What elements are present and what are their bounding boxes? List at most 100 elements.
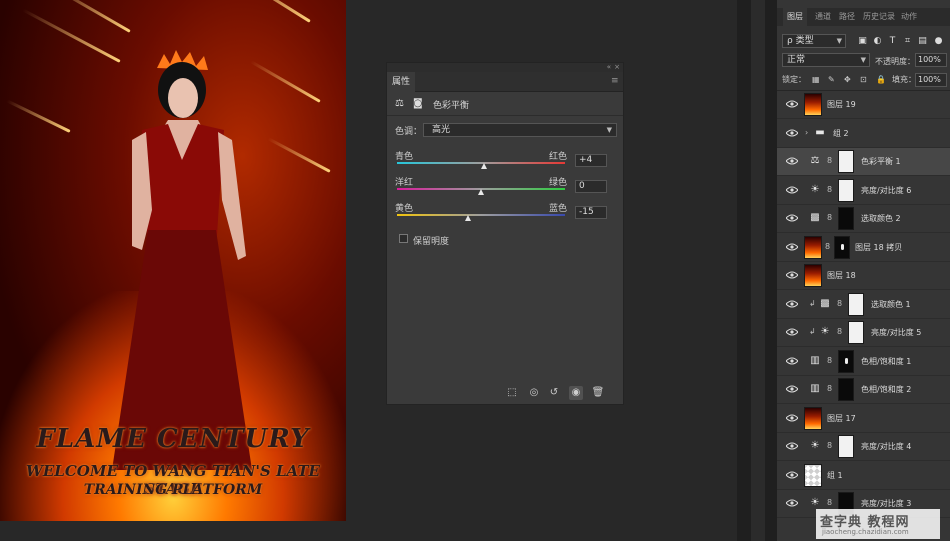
layer-row[interactable]: ⚖ 8 色彩平衡 1 (777, 148, 950, 176)
mask-icon[interactable]: ◙ (413, 98, 423, 109)
lock-image-icon[interactable]: ✎ (828, 73, 835, 87)
folder-icon: ▬ (815, 127, 825, 138)
eye-icon[interactable] (785, 271, 799, 279)
slider-value-input[interactable]: -15 (575, 206, 607, 219)
eye-icon[interactable] (785, 357, 799, 365)
close-icon[interactable]: × (614, 63, 620, 72)
link-icon[interactable]: 8 (825, 242, 830, 251)
link-icon[interactable]: 8 (837, 299, 842, 308)
properties-panel: « × 属性 ≡ ⚖ ◙ 色彩平衡 色调： 高光 ▼ 青色 红色 +4 洋红 绿… (386, 62, 624, 405)
tab-actions[interactable]: 动作 (901, 8, 917, 26)
filter-adjustment-icon[interactable]: ◐ (872, 35, 883, 47)
eye-icon[interactable] (785, 442, 799, 450)
visibility-eye-icon[interactable]: ◉ (569, 386, 583, 400)
link-icon[interactable]: 8 (827, 441, 832, 450)
canvas-artwork[interactable]: FLAME CENTURY WELCOME TO WANG TIAN'S LAT… (0, 0, 346, 521)
meteor-streak (267, 137, 331, 173)
collapse-icon[interactable]: « (607, 63, 611, 72)
layer-row[interactable]: ☀ 8 亮度/对比度 4 (777, 433, 950, 461)
tab-paths[interactable]: 路径 (839, 8, 855, 26)
layer-row[interactable]: ↲ ☀ 8 亮度/对比度 5 (777, 319, 950, 347)
lock-artboard-icon[interactable]: ⊡ (860, 73, 867, 87)
layer-row[interactable]: 图层 18 (777, 262, 950, 290)
hue-saturation-icon: ▥ (810, 355, 820, 366)
lock-all-icon[interactable]: 🔒 (876, 73, 886, 87)
filter-smart-object-icon[interactable]: ▤ (917, 35, 928, 47)
reset-icon[interactable]: ↺ (547, 386, 561, 400)
tab-layers[interactable]: 图层 (783, 8, 807, 26)
eye-icon[interactable] (785, 328, 799, 336)
slider-value-input[interactable]: 0 (575, 180, 607, 193)
layer-mask-thumbnail[interactable] (834, 236, 850, 259)
layer-mask-thumbnail[interactable] (838, 378, 854, 401)
layer-row[interactable]: 图层 17 (777, 405, 950, 433)
layer-mask-thumbnail[interactable] (848, 293, 864, 316)
layer-mask-thumbnail[interactable] (838, 350, 854, 373)
tab-properties[interactable]: 属性 (387, 72, 415, 92)
preserve-luminosity-checkbox[interactable] (399, 234, 408, 243)
filter-toggle-icon[interactable]: ● (933, 35, 944, 47)
slider-thumb[interactable] (464, 215, 471, 221)
lock-transparent-icon[interactable]: ▦ (812, 73, 820, 87)
link-icon[interactable]: 8 (827, 156, 832, 165)
link-icon[interactable]: 8 (827, 356, 832, 365)
layer-name: 亮度/对比度 6 (861, 186, 912, 195)
link-icon[interactable]: 8 (827, 498, 832, 507)
filter-type-icon[interactable]: T (887, 35, 898, 47)
eye-icon[interactable] (785, 499, 799, 507)
eye-icon[interactable] (785, 414, 799, 422)
filter-kind-value: ρ 类型 (787, 36, 814, 46)
lock-position-icon[interactable]: ✥ (844, 73, 851, 87)
layer-row[interactable]: ▥ 8 色相/饱和度 1 (777, 348, 950, 376)
slider-thumb[interactable] (478, 189, 484, 195)
link-icon[interactable]: 8 (827, 185, 832, 194)
eye-icon[interactable] (785, 100, 799, 108)
eye-icon[interactable] (785, 129, 799, 137)
layer-mask-thumbnail[interactable] (838, 207, 854, 230)
eye-icon[interactable] (785, 385, 799, 393)
link-icon[interactable]: 8 (827, 213, 832, 222)
layer-row[interactable]: ☀ 8 亮度/对比度 6 (777, 177, 950, 205)
slider-track[interactable] (397, 214, 565, 216)
layer-mask-thumbnail[interactable] (838, 435, 854, 458)
eye-icon[interactable] (785, 471, 799, 479)
filter-shape-icon[interactable]: ⌗ (902, 35, 913, 47)
layer-row[interactable]: 组 1 (777, 462, 950, 490)
chevron-down-icon: ▼ (606, 126, 612, 134)
slider-value-input[interactable]: +4 (575, 154, 607, 167)
eye-icon[interactable] (785, 243, 799, 251)
blend-mode-select[interactable]: 正常 ▼ (782, 53, 870, 67)
layer-row[interactable]: 8 图层 18 拷贝 (777, 234, 950, 262)
view-previous-icon[interactable]: ◎ (527, 386, 541, 400)
eye-icon[interactable] (785, 214, 799, 222)
properties-panel-topbar[interactable]: « × (387, 63, 623, 72)
layer-row[interactable]: 图层 19 (777, 91, 950, 119)
selective-color-icon: ▩ (810, 212, 820, 223)
layer-row[interactable]: › ▬ 组 2 (777, 120, 950, 148)
trash-icon[interactable]: 🗑 (591, 386, 605, 400)
link-icon[interactable]: 8 (827, 384, 832, 393)
filter-pixel-icon[interactable]: ▣ (857, 35, 868, 47)
slider-thumb[interactable] (481, 163, 488, 169)
layer-mask-thumbnail[interactable] (848, 321, 864, 344)
link-icon[interactable]: 8 (837, 327, 842, 336)
tone-select[interactable]: 高光 ▼ (423, 123, 617, 137)
tab-history[interactable]: 历史记录 (863, 8, 895, 26)
layer-row[interactable]: ↲ ▩ 8 选取颜色 1 (777, 291, 950, 319)
opacity-input[interactable]: 100% (915, 53, 947, 67)
eye-icon[interactable] (785, 186, 799, 194)
panel-menu-icon[interactable]: ≡ (611, 75, 619, 87)
chevron-right-icon[interactable]: › (805, 128, 808, 137)
layer-mask-thumbnail[interactable] (838, 150, 854, 173)
tab-channels[interactable]: 通道 (815, 8, 831, 26)
hue-saturation-icon: ▥ (810, 383, 820, 394)
layer-row[interactable]: ▥ 8 色相/饱和度 2 (777, 376, 950, 404)
layer-row[interactable]: ▩ 8 选取颜色 2 (777, 205, 950, 233)
eye-icon[interactable] (785, 300, 799, 308)
layer-filter-select[interactable]: ρ 类型 ▼ (782, 34, 846, 48)
layer-name: 图层 17 (827, 414, 856, 423)
fill-input[interactable]: 100% (915, 73, 947, 87)
eye-icon[interactable] (785, 157, 799, 165)
clip-to-layer-icon[interactable]: ⬚ (505, 386, 519, 400)
layer-mask-thumbnail[interactable] (838, 179, 854, 202)
